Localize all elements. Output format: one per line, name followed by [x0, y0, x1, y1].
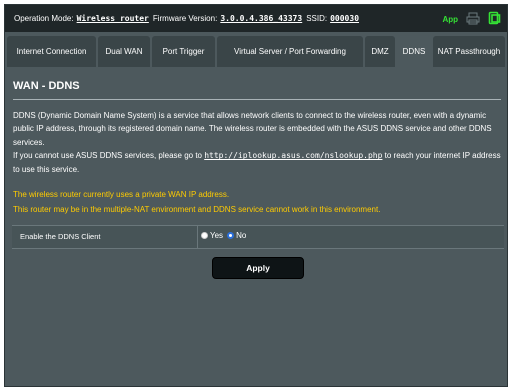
- ddns-yes-label[interactable]: Yes: [210, 231, 223, 240]
- enable-ddns-row: Enable the DDNS Client Yes No: [12, 225, 504, 249]
- firmware-label: Firmware Version:: [152, 14, 218, 23]
- enable-ddns-label: Enable the DDNS Client: [20, 232, 101, 241]
- usb-icon[interactable]: [488, 11, 501, 27]
- ddns-no-radio[interactable]: [227, 232, 235, 239]
- warning-private-ip: The wireless router currently uses a pri…: [13, 190, 230, 199]
- tab-dmz[interactable]: DMZ: [365, 36, 395, 67]
- printer-icon[interactable]: [466, 12, 480, 27]
- page-title: WAN - DDNS: [13, 80, 80, 92]
- description-paragraph: DDNS (Dynamic Domain Name System) is a s…: [13, 111, 492, 147]
- status-bar: Operation Mode: Wireless router Firmware…: [5, 5, 507, 32]
- tab-nat-passthrough[interactable]: NAT Passthrough: [433, 36, 505, 67]
- tab-bar: Internet Connection Dual WAN Port Trigge…: [7, 36, 505, 67]
- tab-internet-connection[interactable]: Internet Connection: [7, 36, 96, 67]
- operation-mode-link[interactable]: Wireless router: [77, 14, 149, 23]
- content-panel: WAN - DDNS DDNS (Dynamic Domain Name Sys…: [5, 67, 507, 386]
- form-separator: [197, 226, 198, 248]
- tab-dual-wan[interactable]: Dual WAN: [98, 36, 150, 67]
- ssid-label: SSID:: [306, 14, 328, 23]
- ddns-no-label[interactable]: No: [236, 231, 246, 240]
- ssid-link[interactable]: 000030: [330, 14, 359, 23]
- warning-multiple-nat: This router may be in the multiple-NAT e…: [13, 204, 381, 214]
- tab-virtual-server[interactable]: Virtual Server / Port Forwarding: [217, 36, 363, 67]
- firmware-version-link[interactable]: 3.0.0.4.386_43373: [220, 14, 302, 23]
- description-text-before-link: If you cannot use ASUS DDNS services, pl…: [13, 151, 205, 161]
- app-link[interactable]: App: [442, 15, 458, 24]
- tab-port-trigger[interactable]: Port Trigger: [152, 36, 215, 67]
- description: DDNS (Dynamic Domain Name System) is a s…: [13, 109, 505, 176]
- ddns-yes-radio[interactable]: [201, 232, 208, 239]
- iplookup-link[interactable]: http://iplookup.asus.com/nslookup.php: [204, 151, 382, 160]
- enable-ddns-radio-group: Yes No: [201, 231, 250, 240]
- apply-button[interactable]: Apply: [212, 257, 304, 279]
- operation-mode-label: Operation Mode:: [14, 14, 74, 23]
- title-divider: [13, 99, 501, 100]
- tab-ddns[interactable]: DDNS: [397, 36, 431, 67]
- router-admin-frame: Operation Mode: Wireless router Firmware…: [4, 4, 508, 387]
- status-icons: App: [442, 11, 501, 27]
- warning-block: The wireless router currently uses a pri…: [13, 188, 380, 217]
